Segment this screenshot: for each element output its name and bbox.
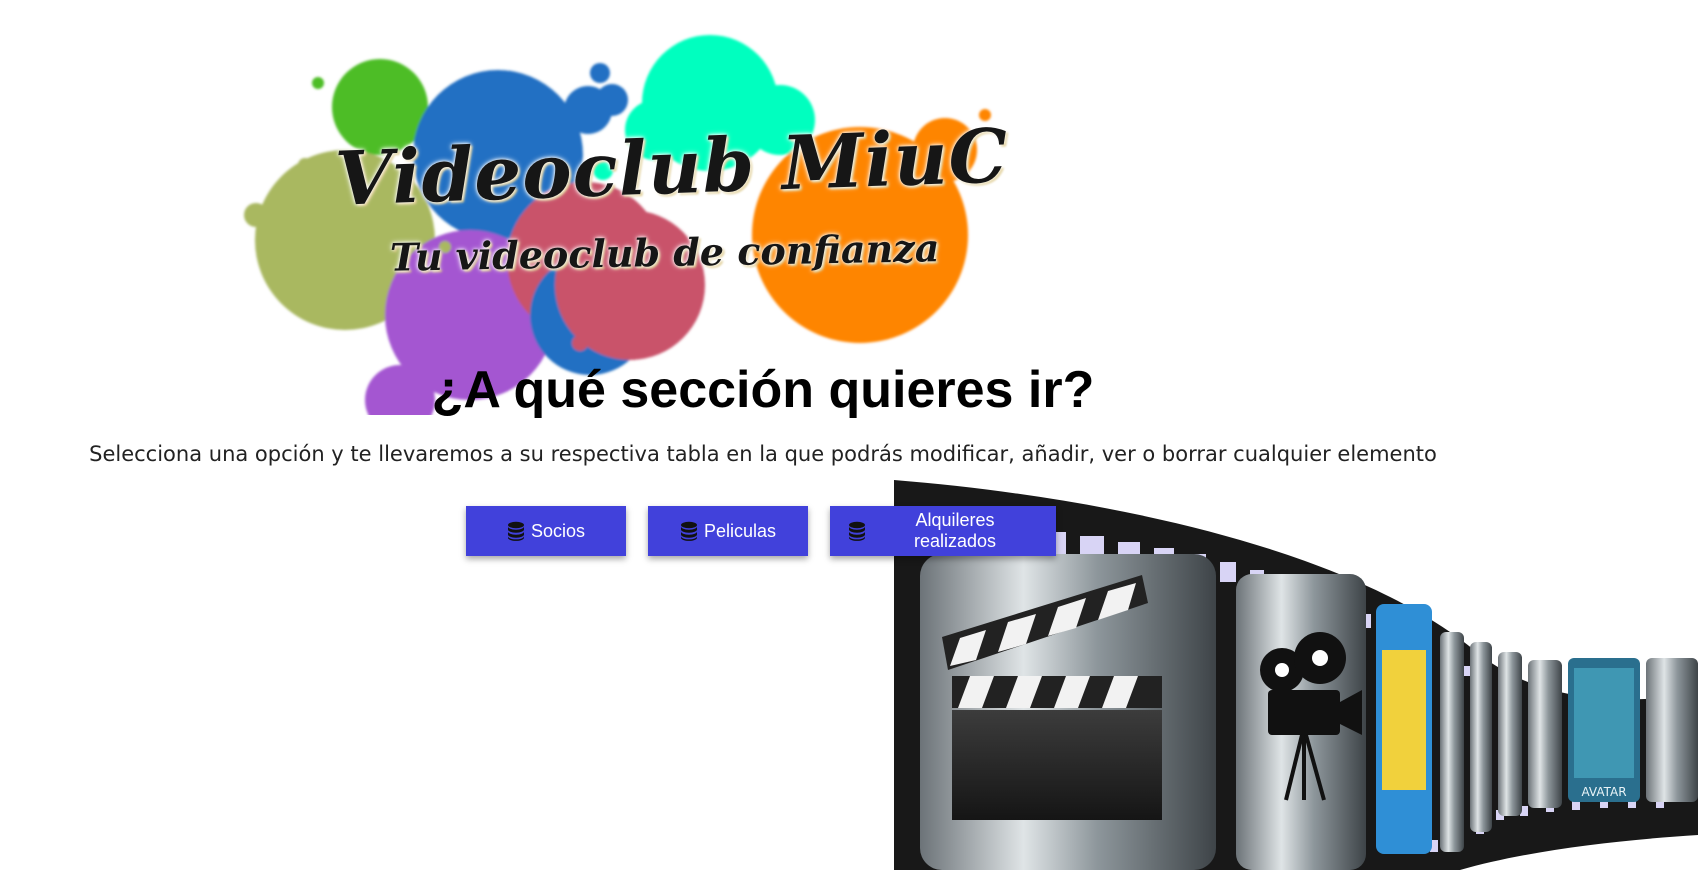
page-subtitle: Selecciona una opción y te llevaremos a … [89,442,1437,466]
section-buttons: Socios Peliculas Alquileres realizados [466,506,1056,556]
logo-tagline: Tu videoclub de confianza [389,225,940,280]
socios-button[interactable]: Socios [466,506,626,556]
alquileres-button[interactable]: Alquileres realizados [830,506,1056,556]
poster-text: AVATAR [1581,785,1626,799]
videoclub-logo: Videoclub MiuC Tu videoclub de confianza [240,15,1010,415]
database-icon [507,521,524,541]
page-heading: ¿A qué sección quieres ir? [431,361,1095,419]
peliculas-button[interactable]: Peliculas [648,506,808,556]
database-icon [848,521,865,541]
alquileres-button-label: Alquileres realizados [913,510,997,551]
peliculas-button-label: Peliculas [703,520,777,541]
page: Videoclub MiuC Tu videoclub de confianza… [0,0,1698,870]
database-icon [680,521,697,541]
socios-button-label: Socios [530,520,586,541]
